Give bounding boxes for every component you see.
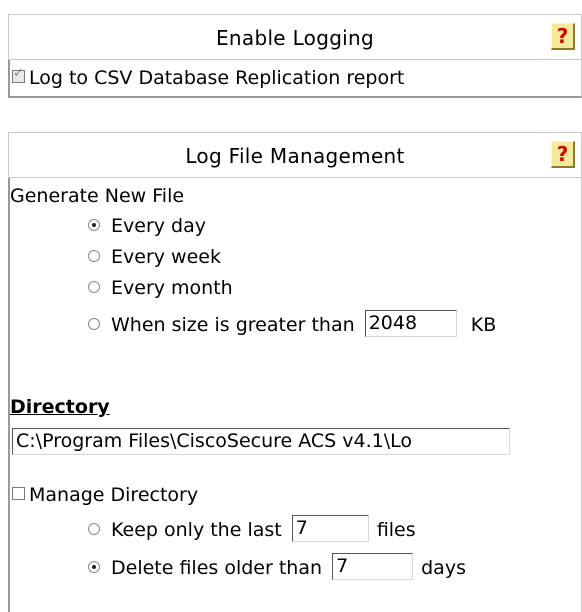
manage-directory-checkbox[interactable] [12, 487, 25, 500]
delete-older-label: Delete files older than [111, 557, 323, 579]
log-file-management-panel: Log File Management ? Generate New File … [8, 132, 582, 612]
option-every-week[interactable]: Every week [88, 246, 221, 268]
enable-logging-body: Log to CSV Database Replication report [8, 60, 582, 98]
help-question-icon[interactable]: ? [551, 23, 575, 50]
radio-every-day[interactable] [88, 218, 100, 231]
option-size-greater[interactable]: When size is greater than 2048 KB [88, 310, 497, 339]
option-every-month-label: Every month [111, 277, 233, 299]
radio-delete-older[interactable] [88, 560, 100, 573]
keep-last-label: Keep only the last [111, 519, 282, 541]
option-every-month[interactable]: Every month [88, 277, 233, 299]
manage-directory-row[interactable]: Manage Directory [12, 484, 198, 506]
log-to-csv-checkbox[interactable] [12, 66, 25, 83]
log-to-csv-label: Log to CSV Database Replication report [29, 67, 405, 89]
size-input[interactable]: 2048 [364, 310, 457, 337]
enable-logging-title: Enable Logging [215, 26, 375, 50]
option-every-week-label: Every week [111, 246, 221, 268]
delete-older-row[interactable]: Delete files older than 7 days [88, 553, 466, 582]
keep-last-input[interactable]: 7 [291, 515, 369, 542]
help-question-icon[interactable]: ? [551, 141, 575, 168]
enable-logging-header: Enable Logging ? [8, 14, 582, 60]
keep-last-row[interactable]: Keep only the last 7 files [88, 515, 416, 544]
keep-last-unit: files [376, 519, 416, 541]
log-to-csv-row: Log to CSV Database Replication report [12, 66, 405, 89]
enable-logging-panel: Enable Logging ? Log to CSV Database Rep… [8, 14, 582, 98]
log-file-management-body: Generate New File Every day Every week E… [8, 178, 582, 612]
directory-input[interactable]: C:\Program Files\CiscoSecure ACS v4.1\Lo [12, 428, 510, 455]
manage-directory-label: Manage Directory [29, 484, 199, 506]
radio-every-week[interactable] [88, 249, 100, 262]
delete-older-unit: days [421, 557, 466, 579]
delete-older-input[interactable]: 7 [332, 553, 414, 580]
option-every-day-label: Every day [111, 215, 206, 237]
radio-keep-last[interactable] [88, 522, 100, 535]
option-every-day[interactable]: Every day [88, 215, 206, 237]
log-file-management-header: Log File Management ? [8, 132, 582, 178]
radio-size-greater[interactable] [88, 317, 100, 330]
directory-row: C:\Program Files\CiscoSecure ACS v4.1\Lo [12, 428, 510, 455]
generate-new-file-label: Generate New File [10, 185, 185, 207]
directory-label: Directory [10, 396, 110, 418]
log-file-management-title: Log File Management [185, 144, 405, 168]
size-unit-label: KB [470, 314, 497, 336]
radio-every-month[interactable] [88, 280, 100, 293]
option-size-greater-label: When size is greater than [111, 314, 355, 336]
